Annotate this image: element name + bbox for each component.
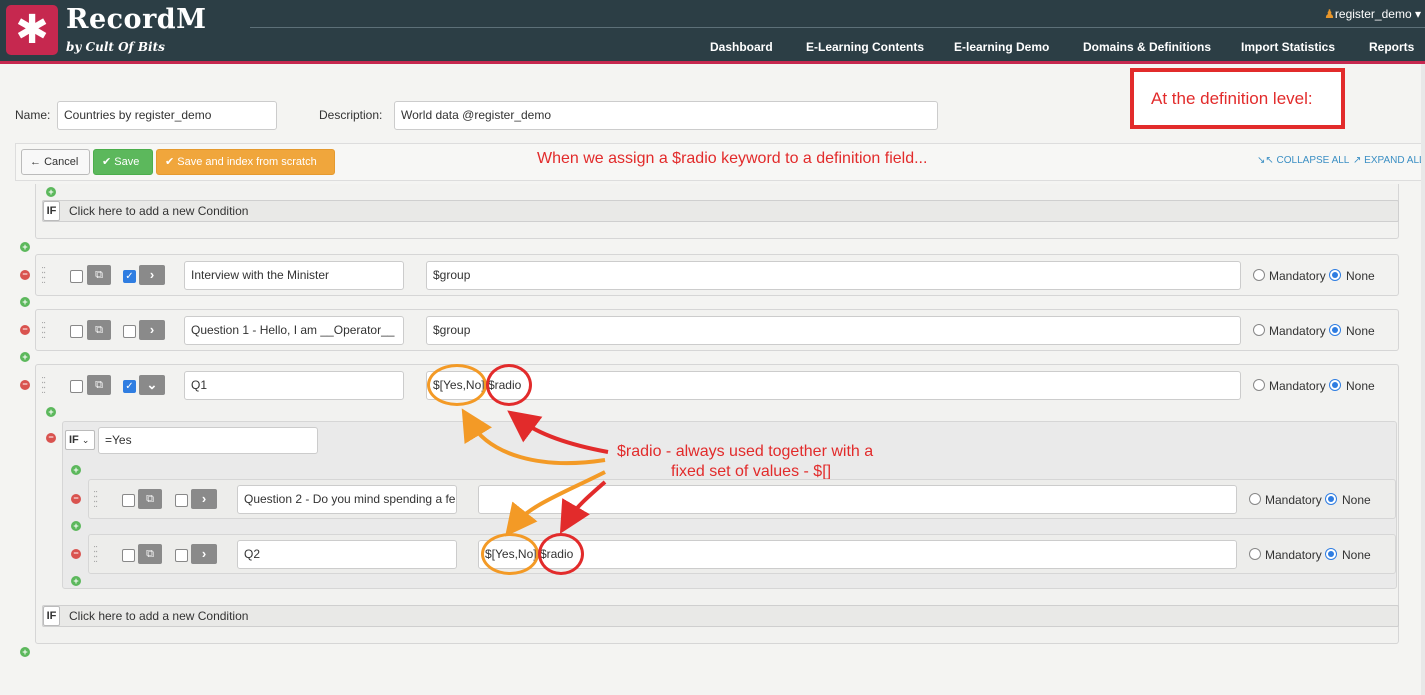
arrow-orange-lower (505, 470, 606, 537)
arrow-red-upper (507, 410, 609, 454)
arrow-orange-upper (461, 408, 606, 466)
page-scrollbar[interactable] (1421, 64, 1425, 695)
annotation-arrows (461, 408, 609, 537)
